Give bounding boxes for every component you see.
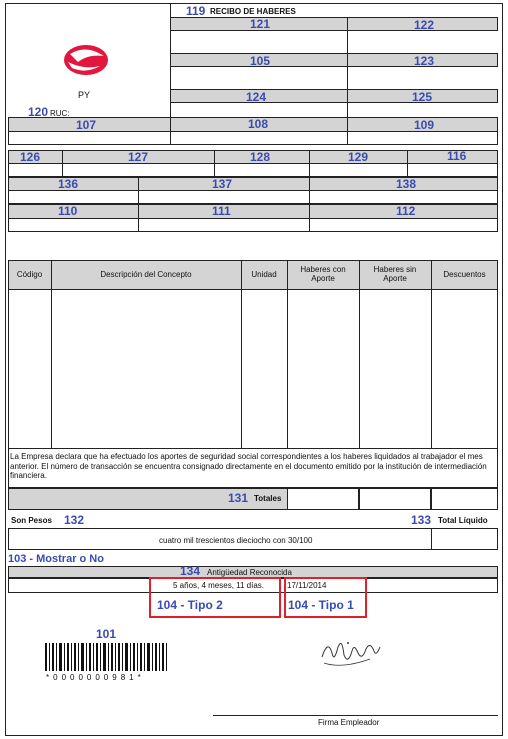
field-row-105-bg xyxy=(170,53,498,67)
col-descuentos: Descuentos xyxy=(443,270,486,279)
field-133: 133 xyxy=(411,513,432,527)
field-123: 123 xyxy=(414,54,435,68)
field-137: 137 xyxy=(212,177,233,191)
field-122: 122 xyxy=(414,18,435,32)
field-107: 107 xyxy=(76,118,97,132)
total-liquido-label: Total Líquido xyxy=(438,516,488,525)
field-132: 132 xyxy=(64,513,85,527)
field-116: 116 xyxy=(447,149,467,163)
totales-label: Totales xyxy=(254,494,282,503)
field-112: 112 xyxy=(396,204,416,218)
col-codigo: Código xyxy=(16,270,43,279)
field-row-121-bg xyxy=(170,17,498,31)
antiguedad-label: Antigüedad Reconocida xyxy=(207,568,292,577)
barcode xyxy=(44,643,168,671)
field-128: 128 xyxy=(250,150,271,164)
field-136: 136 xyxy=(58,177,79,191)
field-124: 124 xyxy=(246,90,267,104)
field-108: 108 xyxy=(248,117,269,131)
field-row-136-bg xyxy=(8,177,498,191)
barcode-text: *0000000981* xyxy=(46,673,145,682)
field-101: 101 xyxy=(96,627,117,641)
tipo2-label: 104 - Tipo 2 xyxy=(157,598,223,612)
field-row-124-bg xyxy=(170,89,498,103)
field-110: 110 xyxy=(58,204,78,218)
col-descripcion: Descripción del Concepto xyxy=(100,270,192,279)
field-125: 125 xyxy=(412,90,433,104)
declaration-text: La Empresa declara que ha efectuado los … xyxy=(10,452,487,480)
signature-image xyxy=(318,633,382,673)
show-or-not-label: 103 - Mostrar o No xyxy=(8,553,104,565)
amount-in-words: cuatro mil trescientos dieciocho con 30/… xyxy=(159,536,313,545)
field-127: 127 xyxy=(128,150,149,164)
field-129: 129 xyxy=(348,150,369,164)
field-138: 138 xyxy=(396,177,417,191)
col-unidad: Unidad xyxy=(251,270,277,279)
son-pesos-label: Son Pesos xyxy=(11,516,52,525)
field-131: 131 xyxy=(228,491,249,505)
signature-label: Firma Empleador xyxy=(318,718,380,727)
field-105: 105 xyxy=(250,54,271,68)
col-haberes-con-aporte: Haberes con Aporte xyxy=(300,265,346,283)
field-126: 126 xyxy=(20,150,41,164)
country-label: PY xyxy=(78,90,91,100)
field-121: 121 xyxy=(250,17,271,31)
field-111: 111 xyxy=(212,204,231,218)
signature-line xyxy=(213,715,498,716)
logo xyxy=(60,40,110,80)
receipt-title: RECIBO DE HABERES xyxy=(210,7,296,16)
col-haberes-sin-aporte: Haberes sin Aporte xyxy=(373,265,417,283)
field-row-110-bg xyxy=(8,204,498,219)
field-109: 109 xyxy=(414,118,435,132)
tipo1-label: 104 - Tipo 1 xyxy=(288,598,354,612)
